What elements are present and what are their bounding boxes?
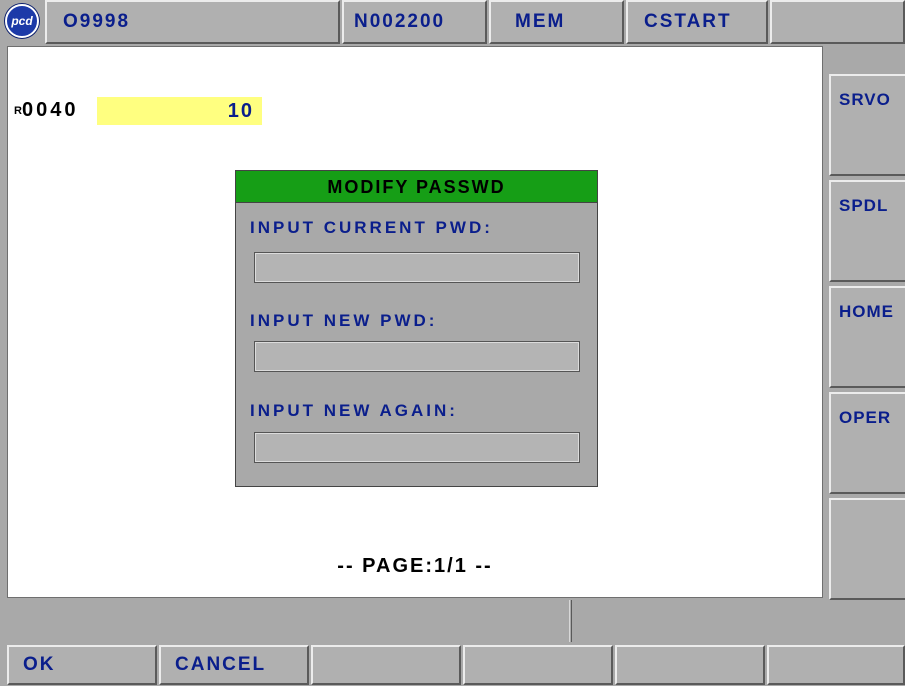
modify-password-dialog: MODIFY PASSWD INPUT CURRENT PWD: INPUT N… — [235, 170, 598, 487]
register-address: R0040 — [14, 99, 78, 122]
side-button-blank[interactable] — [829, 498, 905, 600]
register-address-number: 0040 — [21, 99, 79, 121]
softkey-3[interactable] — [311, 645, 461, 685]
register-prefix: R — [14, 105, 22, 117]
side-button-home[interactable]: HOME — [829, 286, 905, 388]
softkey-6[interactable] — [767, 645, 905, 685]
current-password-label: INPUT CURRENT PWD: — [250, 218, 493, 237]
confirm-password-label: INPUT NEW AGAIN: — [250, 401, 458, 420]
new-password-label: INPUT NEW PWD: — [250, 311, 438, 330]
softkey-5[interactable] — [615, 645, 765, 685]
pcd-logo-icon: pcd — [5, 4, 39, 38]
new-password-input[interactable] — [254, 341, 580, 372]
softkey-4[interactable] — [463, 645, 613, 685]
status-indicator: CSTART — [626, 0, 768, 44]
register-value-field[interactable]: 10 — [97, 97, 262, 125]
header-blank-slot — [770, 0, 905, 44]
side-button-srvo[interactable]: SRVO — [829, 74, 905, 176]
side-button-spdl[interactable]: SPDL — [829, 180, 905, 282]
message-bar-right — [571, 600, 905, 642]
side-button-oper[interactable]: OPER — [829, 392, 905, 494]
confirm-password-input[interactable] — [254, 432, 580, 463]
page-indicator: -- PAGE:1/1 -- — [337, 555, 493, 577]
program-number: O9998 — [45, 0, 340, 44]
mode-indicator: MEM — [489, 0, 624, 44]
softkey-cancel[interactable]: CANCEL — [159, 645, 309, 685]
softkey-ok[interactable]: OK — [7, 645, 157, 685]
sequence-number: N002200 — [342, 0, 487, 44]
current-password-input[interactable] — [254, 252, 580, 283]
dialog-title: MODIFY PASSWD — [236, 171, 597, 203]
message-bar — [7, 600, 570, 642]
